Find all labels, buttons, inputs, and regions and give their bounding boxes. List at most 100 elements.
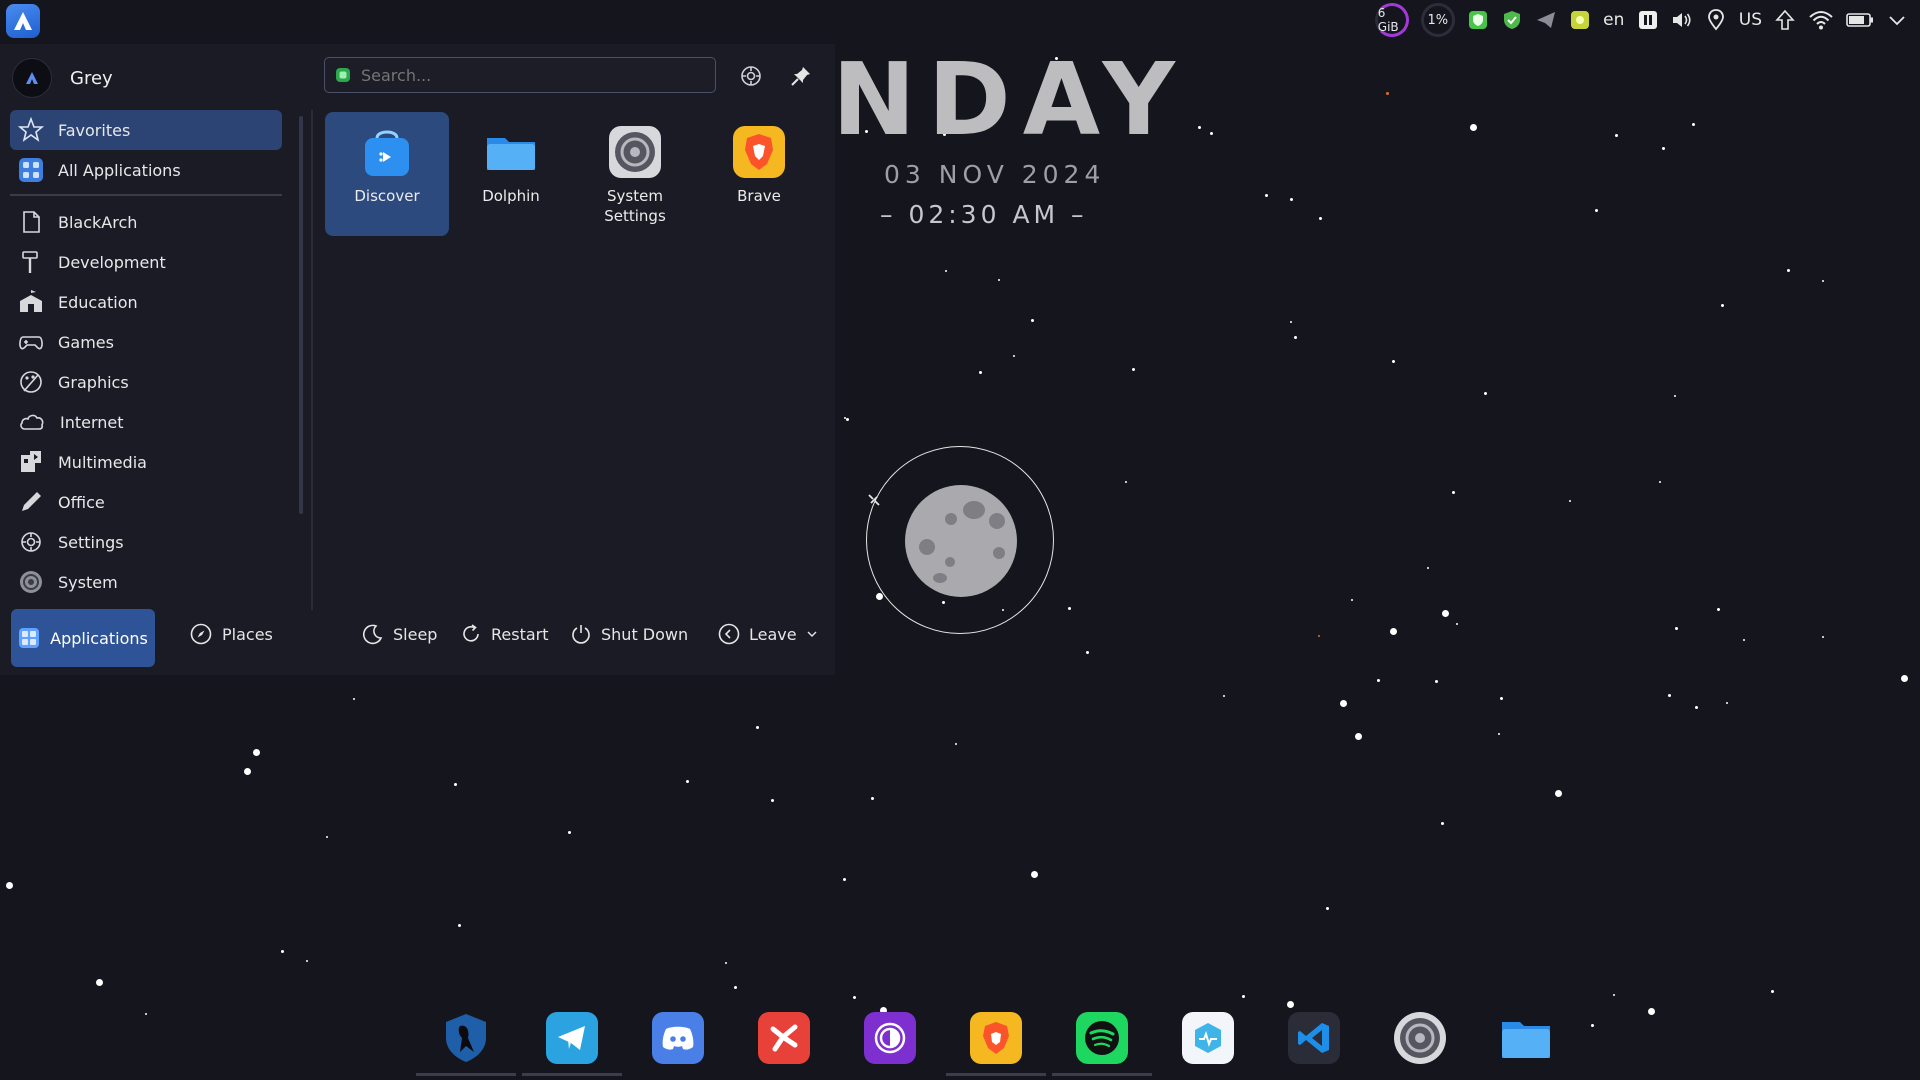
category-system[interactable]: System xyxy=(10,562,282,602)
category-office[interactable]: Office xyxy=(10,482,282,522)
volume-icon[interactable] xyxy=(1671,6,1693,34)
category-favorites[interactable]: Favorites xyxy=(10,110,282,150)
category-label: BlackArch xyxy=(58,212,138,232)
leave-button[interactable]: Leave xyxy=(718,623,818,645)
category-label: Internet xyxy=(60,412,124,432)
settings-gear-icon xyxy=(741,66,761,86)
shield-green-icon[interactable] xyxy=(1467,6,1489,34)
category-label: Multimedia xyxy=(58,452,147,472)
upload-icon[interactable] xyxy=(1774,6,1796,34)
chat-tray-icon[interactable] xyxy=(1569,6,1591,34)
dock-dolphin[interactable] xyxy=(1500,1012,1552,1064)
star xyxy=(1355,733,1363,741)
search-input[interactable] xyxy=(359,64,715,86)
star xyxy=(1318,634,1321,637)
dock-health-monitor[interactable] xyxy=(1182,1012,1234,1064)
category-all-applications[interactable]: All Applications xyxy=(10,150,282,190)
category-blackarch[interactable]: BlackArch xyxy=(10,202,282,242)
category-scrollbar[interactable] xyxy=(299,116,303,514)
memory-label: 6 GiB xyxy=(1377,6,1399,34)
dock xyxy=(416,1012,1552,1076)
palette-icon xyxy=(20,371,42,393)
grid-icon xyxy=(19,158,43,182)
star xyxy=(1287,1000,1295,1008)
dock-blackarch[interactable] xyxy=(416,1012,516,1076)
xmind-icon xyxy=(770,1024,798,1052)
shutdown-button[interactable]: Shut Down xyxy=(570,623,688,645)
star xyxy=(1222,694,1225,697)
star xyxy=(997,278,1000,281)
user-profile[interactable]: Grey xyxy=(12,58,113,98)
compass-icon xyxy=(190,623,212,645)
dock-spotify[interactable] xyxy=(1052,1012,1152,1076)
memory-monitor[interactable]: 6 GiB xyxy=(1374,3,1409,37)
app-brave[interactable]: Brave xyxy=(697,112,821,236)
avatar[interactable] xyxy=(12,58,52,98)
security-check-icon[interactable] xyxy=(1501,6,1523,34)
category-education[interactable]: Education xyxy=(10,282,282,322)
star xyxy=(1426,567,1429,570)
star xyxy=(1264,194,1268,198)
star xyxy=(454,783,458,787)
star xyxy=(1821,280,1824,283)
search-box[interactable] xyxy=(324,57,716,93)
media-pause-icon[interactable] xyxy=(1637,6,1659,34)
restart-button[interactable]: Restart xyxy=(460,623,549,645)
dock-xmind[interactable] xyxy=(758,1012,810,1064)
star xyxy=(1441,610,1449,618)
dock-telegram[interactable] xyxy=(522,1012,622,1076)
app-discover[interactable]: Discover xyxy=(325,112,449,236)
telegram-tray-icon[interactable] xyxy=(1535,6,1557,34)
star xyxy=(1568,500,1571,503)
category-development[interactable]: Development xyxy=(10,242,282,282)
location-icon[interactable] xyxy=(1705,6,1727,34)
wifi-icon[interactable] xyxy=(1808,6,1834,34)
dock-indicator xyxy=(522,1073,622,1076)
category-internet[interactable]: Internet xyxy=(10,402,282,442)
menu-footer: Applications Places Sleep Restart Shut D… xyxy=(0,609,835,671)
star xyxy=(1668,694,1672,698)
star xyxy=(1720,304,1724,308)
star xyxy=(305,960,308,963)
sleep-icon xyxy=(362,624,383,645)
star xyxy=(1662,147,1666,151)
star xyxy=(1614,133,1618,137)
dock-system-settings[interactable] xyxy=(1394,1012,1446,1064)
tab-places[interactable]: Places xyxy=(190,623,273,645)
app-dolphin[interactable]: Dolphin xyxy=(449,112,573,236)
sleep-button[interactable]: Sleep xyxy=(362,623,437,645)
cpu-monitor[interactable]: 1% xyxy=(1420,3,1455,37)
star xyxy=(1085,650,1089,654)
configure-button[interactable] xyxy=(736,61,766,91)
language-indicator[interactable]: en xyxy=(1603,6,1625,34)
category-label: Education xyxy=(58,292,138,312)
star xyxy=(725,962,728,965)
dock-discord[interactable] xyxy=(652,1012,704,1064)
keyboard-layout-indicator[interactable]: US xyxy=(1739,6,1762,34)
folder-icon xyxy=(483,124,539,180)
application-launcher-menu: Grey Favorites All Applications BlackArc… xyxy=(0,44,835,675)
category-graphics[interactable]: Graphics xyxy=(10,362,282,402)
language-label: en xyxy=(1603,10,1625,30)
battery-icon[interactable] xyxy=(1846,6,1874,34)
tab-applications[interactable]: Applications xyxy=(11,609,155,667)
dock-brave[interactable] xyxy=(946,1012,1046,1076)
dock-vscode[interactable] xyxy=(1288,1012,1340,1064)
star xyxy=(1319,216,1323,220)
pin-button[interactable] xyxy=(786,61,816,91)
category-games[interactable]: Games xyxy=(10,322,282,362)
star xyxy=(1030,319,1034,323)
star xyxy=(568,830,572,834)
dock-tor-browser[interactable] xyxy=(864,1012,916,1064)
app-system-settings[interactable]: System Settings xyxy=(573,112,697,236)
tor-icon xyxy=(874,1022,906,1054)
star xyxy=(1695,705,1699,709)
leave-label: Leave xyxy=(749,624,797,644)
star xyxy=(1648,1008,1656,1016)
user-name: Grey xyxy=(70,67,113,89)
star xyxy=(686,779,690,783)
category-settings[interactable]: Settings xyxy=(10,522,282,562)
app-launcher-button[interactable] xyxy=(6,4,40,38)
category-multimedia[interactable]: Multimedia xyxy=(10,442,282,482)
chevron-down-icon[interactable] xyxy=(1886,6,1908,34)
